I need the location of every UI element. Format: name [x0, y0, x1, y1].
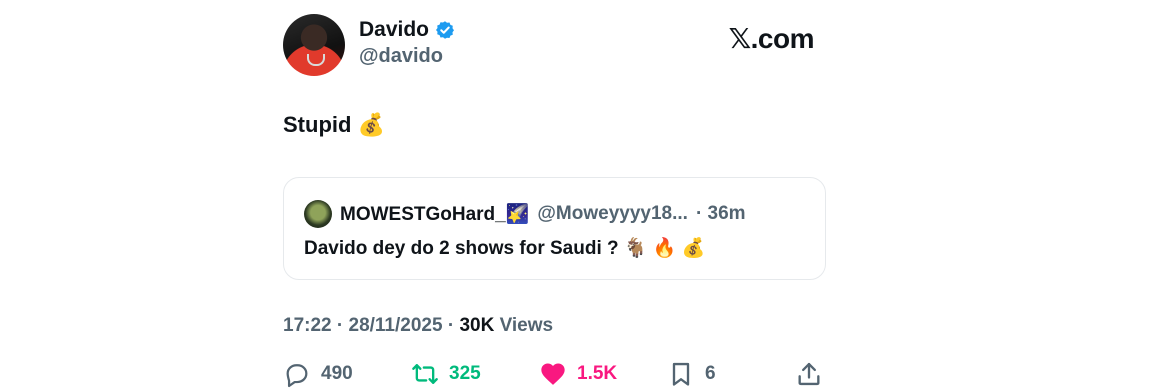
author-name-row: Davido [359, 18, 455, 42]
author-display-name[interactable]: Davido [359, 18, 429, 42]
x-logo-icon: 𝕏 [728, 22, 752, 55]
share-button[interactable] [795, 360, 823, 388]
tweet-time[interactable]: 17:22 [283, 315, 332, 336]
retweet-count: 325 [449, 363, 481, 384]
reply-count: 490 [321, 363, 353, 384]
tweet-text: Stupid 💰 [283, 112, 385, 137]
like-button[interactable]: 1.5K [539, 360, 617, 388]
x-com-logo: 𝕏.com [728, 22, 815, 55]
bookmark-count: 6 [705, 363, 716, 384]
tweet-meta: 17:22 · 28/11/2025 · 30K Views [283, 315, 553, 337]
reply-button[interactable]: 490 [283, 360, 353, 388]
views-count: 30K [459, 315, 495, 336]
action-bar: 490 325 1.5K 6 [283, 360, 828, 390]
tweet-card: Davido @davido 𝕏.com Stupid 💰 MOWESTGoHa… [283, 0, 828, 389]
bookmark-button[interactable]: 6 [667, 360, 716, 388]
tweet-header: Davido @davido 𝕏.com [283, 14, 828, 76]
retweet-icon [412, 364, 438, 384]
reply-icon [286, 364, 308, 388]
meta-separator: · [336, 315, 344, 336]
quoted-avatar [304, 200, 332, 228]
heart-icon [541, 363, 565, 385]
tweet-date[interactable]: 28/11/2025 [349, 315, 443, 336]
author-avatar[interactable] [283, 14, 345, 76]
quoted-handle: @Moweyyyy18... [537, 203, 688, 224]
x-logo-text: .com [750, 23, 815, 54]
quoted-display-name: MOWESTGoHard_🌠 [340, 204, 530, 225]
quoted-time: · 36m [695, 203, 746, 224]
retweet-button[interactable]: 325 [411, 360, 481, 388]
quoted-text: Davido dey do 2 shows for Saudi ? 🐐 🔥 💰 [304, 238, 706, 259]
like-count: 1.5K [577, 363, 618, 384]
quoted-header: MOWESTGoHard_🌠 @Moweyyyy18... · 36m [304, 200, 746, 228]
views-label: Views [499, 315, 554, 336]
meta-separator: · [447, 315, 455, 336]
verified-badge-icon [436, 21, 455, 39]
quoted-tweet[interactable]: MOWESTGoHard_🌠 @Moweyyyy18... · 36m Davi… [283, 177, 826, 280]
bookmark-icon [672, 362, 690, 386]
share-icon [798, 362, 820, 386]
author-handle[interactable]: @davido [359, 45, 443, 68]
